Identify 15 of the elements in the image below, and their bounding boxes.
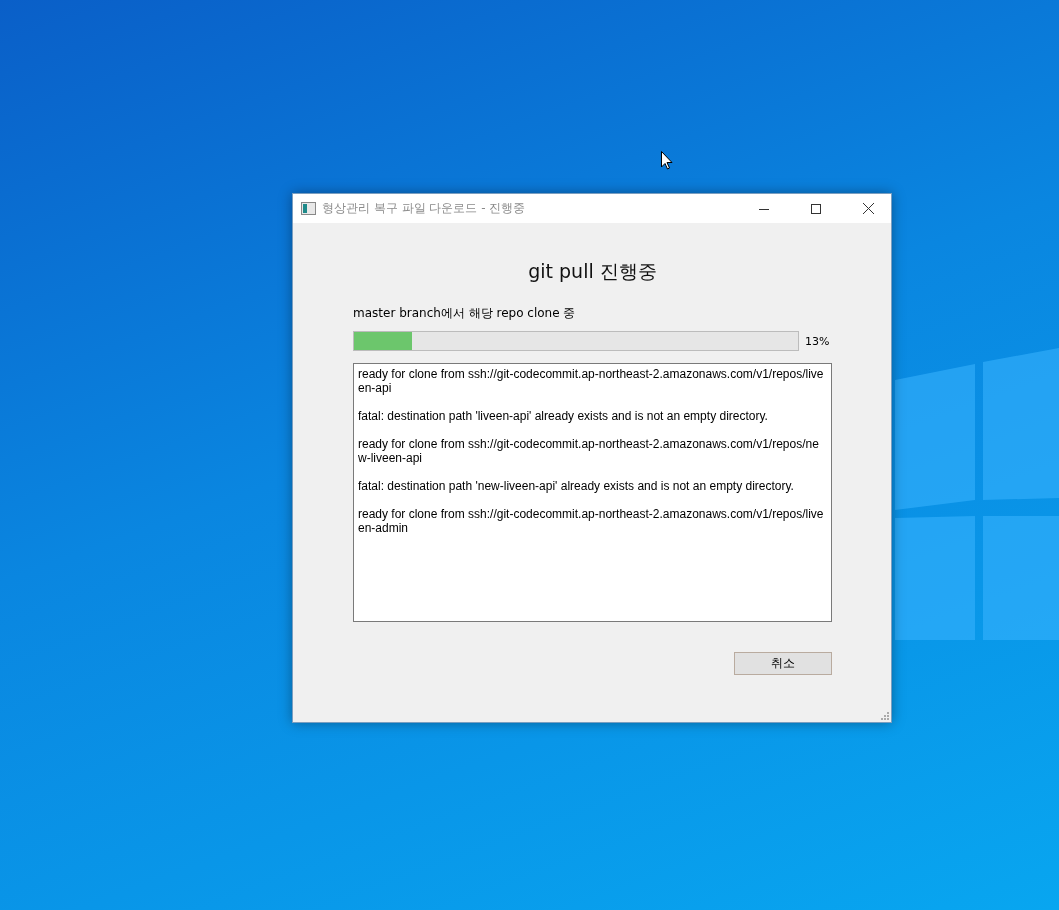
log-line: ready for clone from ssh://git-codecommit.ap-northeast-2.amazonaws.com/v1/repos/new-liveen-api (358, 437, 820, 465)
log-line: fatal: destination path 'liveen-api' already exists and is not an empty directory. (358, 409, 769, 423)
progress-heading: git pull 진행중 (527, 259, 658, 284)
resize-grip-icon (881, 712, 889, 720)
log-line: ready for clone from ssh://git-codecommit.ap-northeast-2.amazonaws.com/v1/repos/liveen-admin (358, 507, 825, 535)
log-line: fatal: destination path 'new-liveen-api' already exists and is not an empty directory. (358, 479, 795, 493)
mouse-pointer-icon (661, 151, 673, 170)
status-text: master branch에서 해당 repo clone 중 (353, 305, 577, 322)
window-title: 형상관리 복구 파일 다운로드 - 진행중 (322, 200, 527, 217)
cancel-button[interactable]: 취소 (734, 652, 832, 675)
app-icon (301, 202, 316, 215)
close-icon (862, 203, 874, 214)
progress-percent: 13% (805, 334, 830, 348)
maximize-icon (811, 203, 821, 214)
log-line: ready for clone from ssh://git-codecommit.ap-northeast-2.amazonaws.com/v1/repos/liveen-api (358, 367, 825, 395)
